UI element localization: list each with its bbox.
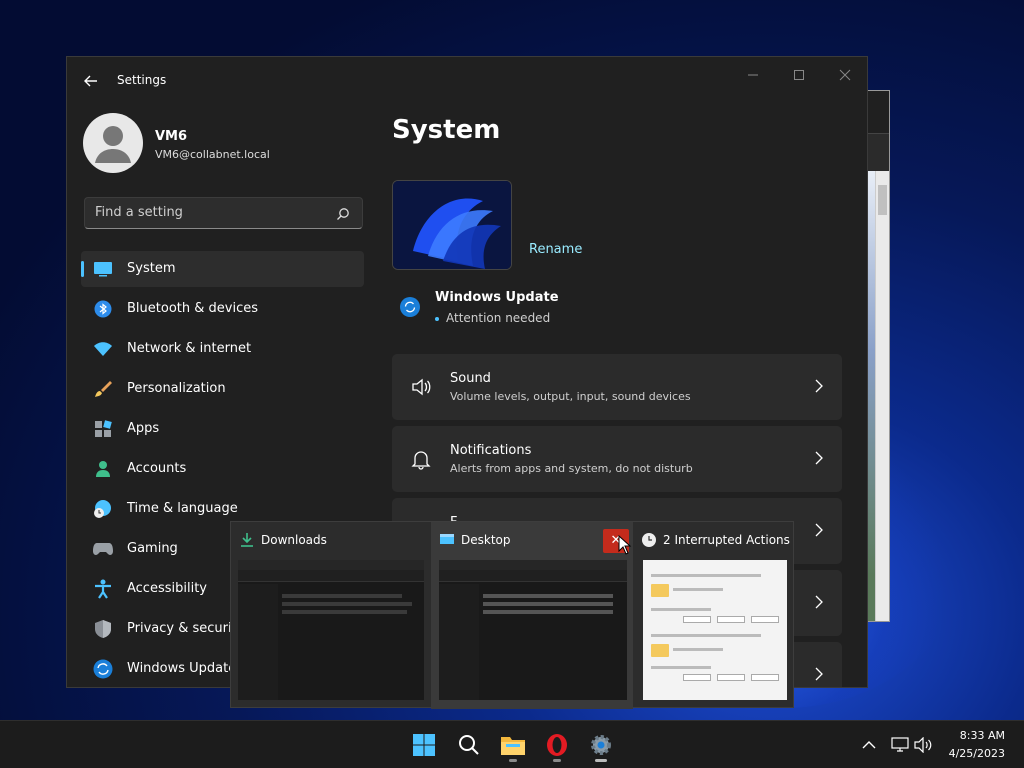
close-button[interactable]	[829, 65, 861, 89]
windows-update-status: Attention needed	[435, 311, 550, 325]
card-subtitle: Volume levels, output, input, sound devi…	[450, 390, 691, 403]
opera-icon	[547, 734, 567, 756]
card-sound[interactable]: Sound Volume levels, output, input, soun…	[392, 354, 842, 420]
sidebar-item-system[interactable]: System	[81, 251, 364, 287]
maximize-icon	[794, 70, 804, 80]
thumbnail-image	[439, 560, 627, 700]
opera-button[interactable]	[539, 727, 575, 763]
chevron-right-icon	[815, 595, 823, 609]
sidebar-item-label: Personalization	[127, 381, 226, 396]
sidebar-item-label: System	[127, 261, 176, 276]
taskbar-search-button[interactable]	[451, 727, 487, 763]
gear-icon	[591, 735, 611, 755]
windows-update-status-icon	[400, 297, 420, 317]
avatar[interactable]	[83, 113, 143, 173]
minimize-icon	[748, 74, 758, 76]
mouse-cursor-icon	[618, 535, 632, 555]
close-icon	[839, 69, 851, 81]
thumbnail-title: Desktop	[461, 533, 511, 547]
card-title: Sound	[450, 371, 491, 386]
sidebar-item-label: Privacy & security	[127, 621, 245, 636]
sidebar-item-apps[interactable]: Apps	[81, 411, 364, 447]
sidebar-item-label: Time & language	[127, 501, 238, 516]
thumbnail-title: 2 Interrupted Actions	[663, 533, 790, 547]
windows-update-title[interactable]: Windows Update	[435, 290, 559, 305]
chevron-right-icon	[815, 451, 823, 465]
speaker-icon	[914, 737, 932, 753]
sidebar-item-label: Network & internet	[127, 341, 252, 356]
globe-clock-icon	[93, 499, 113, 519]
profile-email: VM6@collabnet.local	[155, 148, 270, 161]
windows-logo-icon	[413, 734, 435, 756]
sidebar-item-network[interactable]: Network & internet	[81, 331, 364, 367]
sidebar-item-label: Windows Update	[127, 661, 237, 676]
search-box[interactable]	[84, 197, 363, 229]
download-icon	[241, 533, 253, 547]
start-button[interactable]	[406, 727, 442, 763]
clock-icon	[642, 533, 656, 547]
show-hidden-icons-button[interactable]	[859, 735, 879, 755]
rename-link[interactable]: Rename	[529, 242, 582, 257]
folder-icon	[501, 737, 525, 755]
sidebar-item-personalization[interactable]: Personalization	[81, 371, 364, 407]
sidebar-item-bluetooth[interactable]: Bluetooth & devices	[81, 291, 364, 327]
sidebar-item-label: Apps	[127, 421, 160, 436]
file-explorer-button[interactable]	[495, 727, 531, 763]
device-wallpaper-thumbnail	[392, 180, 512, 270]
accessibility-icon	[93, 579, 113, 599]
volume-button[interactable]	[914, 735, 934, 755]
update-icon	[93, 659, 113, 679]
speaker-icon	[412, 378, 431, 396]
chevron-right-icon	[815, 523, 823, 537]
minimize-button[interactable]	[737, 65, 769, 89]
desktop-icon	[440, 534, 454, 544]
search-icon[interactable]	[336, 207, 350, 221]
sidebar-item-label: Accessibility	[127, 581, 207, 596]
search-input[interactable]	[95, 205, 325, 220]
sidebar-item-accounts[interactable]: Accounts	[81, 451, 364, 487]
thumbnail-image	[238, 560, 424, 700]
sidebar-item-label: Gaming	[127, 541, 178, 556]
network-icon	[891, 737, 909, 752]
network-status-button[interactable]	[890, 735, 910, 755]
bluetooth-icon	[93, 299, 113, 319]
clock-date[interactable]: 4/25/2023	[949, 747, 1005, 760]
display-icon	[93, 259, 113, 279]
clock-time[interactable]: 8:33 AM	[960, 729, 1005, 742]
person-icon	[93, 459, 113, 479]
title-bar: Settings	[67, 57, 867, 105]
sidebar-item-label: Accounts	[127, 461, 187, 476]
thumbnail-interrupted-actions[interactable]: 2 Interrupted Actions	[633, 522, 795, 709]
maximize-button[interactable]	[783, 65, 815, 89]
app-title: Settings	[117, 73, 167, 87]
back-arrow-icon[interactable]	[83, 73, 99, 89]
search-icon	[459, 735, 479, 755]
card-subtitle: Alerts from apps and system, do not dist…	[450, 462, 693, 475]
chevron-right-icon	[815, 379, 823, 393]
gamepad-icon	[93, 539, 113, 559]
thumbnail-title: Downloads	[261, 533, 327, 547]
chevron-right-icon	[815, 667, 823, 681]
shield-icon	[93, 619, 113, 639]
settings-taskbar-button[interactable]	[583, 727, 619, 763]
thumbnail-downloads[interactable]: Downloads	[231, 522, 431, 709]
card-title: Notifications	[450, 443, 532, 458]
bell-icon	[411, 451, 431, 470]
wifi-icon	[93, 339, 113, 359]
sidebar-item-label: Bluetooth & devices	[127, 301, 258, 316]
apps-icon	[93, 419, 113, 439]
card-notifications[interactable]: Notifications Alerts from apps and syste…	[392, 426, 842, 492]
taskbar: 8:33 AM 4/25/2023	[0, 720, 1024, 768]
taskbar-thumbnail-preview: Downloads Desktop ✕ 2 Interrupted Action…	[230, 521, 795, 709]
page-title: System	[392, 115, 501, 145]
thumbnail-desktop[interactable]: Desktop ✕	[431, 522, 633, 709]
thumbnail-image	[643, 560, 787, 700]
background-window-scrollbar[interactable]	[875, 171, 889, 621]
brush-icon	[93, 379, 113, 399]
chevron-up-icon	[862, 741, 876, 749]
person-avatar-icon	[95, 126, 131, 163]
profile-name: VM6	[155, 129, 188, 144]
